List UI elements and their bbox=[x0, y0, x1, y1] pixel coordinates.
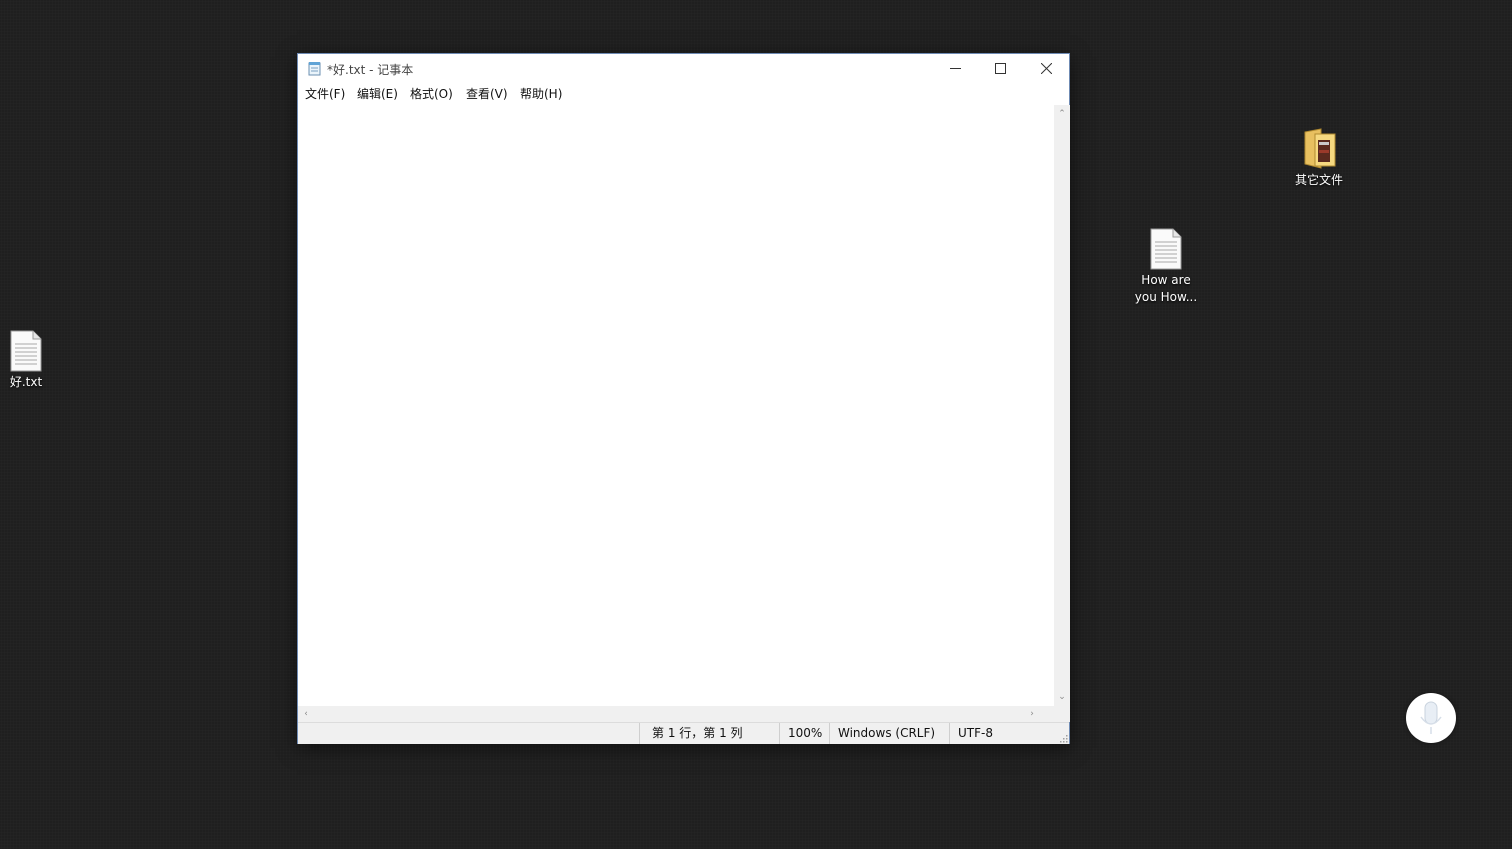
desktop-icon-label: How are you How... bbox=[1134, 273, 1198, 304]
text-file-icon bbox=[10, 330, 42, 372]
horizontal-scrollbar[interactable]: ‹ › bbox=[298, 706, 1054, 722]
maximize-button[interactable] bbox=[978, 54, 1023, 84]
scroll-right-icon[interactable]: › bbox=[1024, 709, 1040, 719]
text-editor[interactable] bbox=[298, 105, 1054, 706]
scrollbar-corner bbox=[1054, 706, 1070, 722]
status-encoding: UTF-8 bbox=[949, 723, 1049, 744]
folder-icon bbox=[1304, 128, 1336, 169]
desktop-icon-hao-txt[interactable]: 好.txt bbox=[0, 330, 68, 391]
status-line-ending: Windows (CRLF) bbox=[829, 723, 949, 744]
close-button[interactable] bbox=[1024, 54, 1069, 84]
maximize-icon bbox=[995, 63, 1006, 74]
scroll-up-icon[interactable]: ⌃ bbox=[1054, 109, 1070, 119]
resize-grip-icon[interactable] bbox=[1058, 733, 1068, 743]
minimize-button[interactable] bbox=[933, 54, 978, 84]
window-title: *好.txt - 记事本 bbox=[327, 63, 414, 77]
desktop-icon-label: 好.txt bbox=[9, 375, 43, 389]
title-bar[interactable]: *好.txt - 记事本 bbox=[298, 54, 1069, 84]
minimize-icon bbox=[950, 68, 961, 69]
menu-view[interactable]: 查看(V) bbox=[466, 86, 508, 102]
status-bar: 第 1 行，第 1 列 100% Windows (CRLF) UTF-8 bbox=[298, 722, 1069, 744]
menu-format[interactable]: 格式(O) bbox=[410, 86, 453, 102]
menu-edit[interactable]: 编辑(E) bbox=[357, 86, 398, 102]
scroll-left-icon[interactable]: ‹ bbox=[298, 709, 314, 719]
close-icon bbox=[1041, 63, 1052, 74]
desktop-icon-other-files-folder[interactable]: 其它文件 bbox=[1277, 128, 1361, 189]
menu-file[interactable]: 文件(F) bbox=[305, 86, 345, 102]
voice-input-button[interactable] bbox=[1406, 693, 1456, 743]
vertical-scrollbar[interactable]: ⌃ ⌄ bbox=[1054, 105, 1070, 706]
status-zoom: 100% bbox=[779, 723, 829, 744]
menu-bar: 文件(F) 编辑(E) 格式(O) 查看(V) 帮助(H) bbox=[298, 84, 1069, 104]
notepad-icon bbox=[308, 62, 321, 76]
desktop-icon-how-are-you[interactable]: How are you How... bbox=[1124, 228, 1208, 306]
notepad-window: *好.txt - 记事本 文件(F) 编辑(E) 格式(O) 查看(V) 帮助(… bbox=[297, 53, 1070, 744]
menu-help[interactable]: 帮助(H) bbox=[520, 86, 562, 102]
desktop-icon-label: 其它文件 bbox=[1294, 173, 1343, 187]
microphone-icon bbox=[1420, 701, 1442, 734]
text-file-icon bbox=[1150, 228, 1182, 270]
scroll-down-icon[interactable]: ⌄ bbox=[1054, 692, 1070, 702]
status-cursor-position: 第 1 行，第 1 列 bbox=[639, 723, 779, 744]
